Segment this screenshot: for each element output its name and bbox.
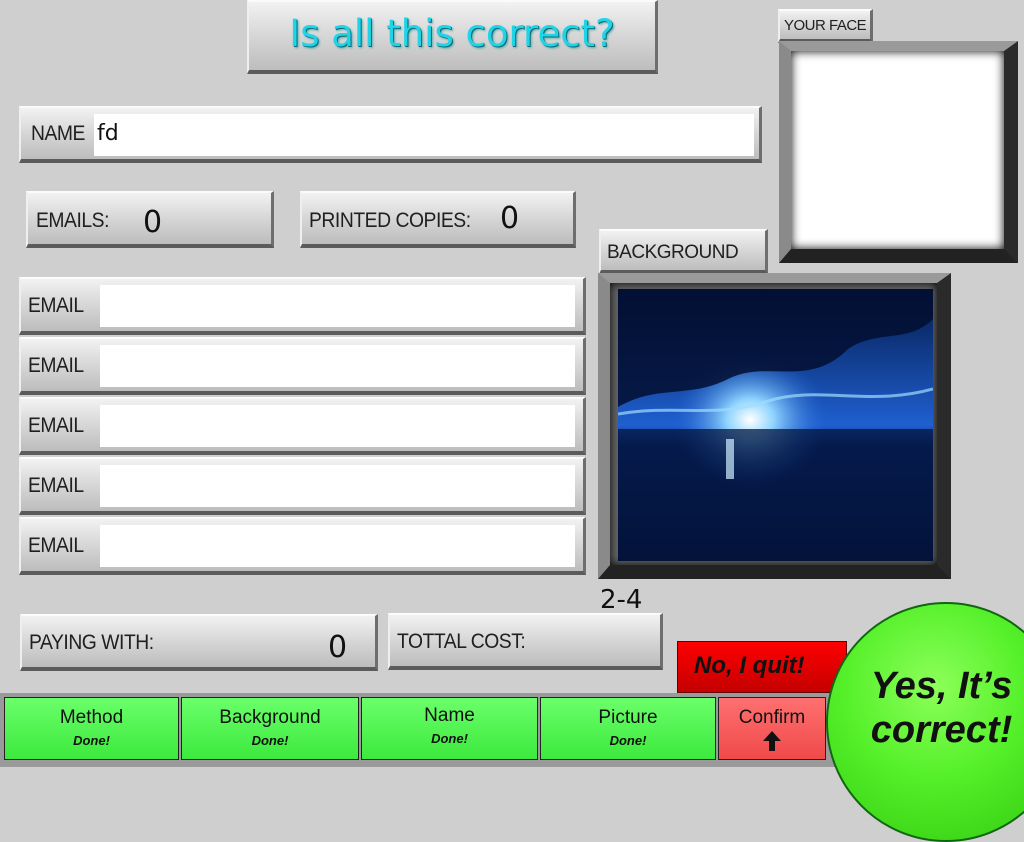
nav-picture-title: Picture (598, 707, 658, 728)
nav-method-status: Done! (73, 733, 110, 748)
nav-confirm-title: Confirm (738, 707, 806, 728)
nav-background[interactable]: Background Done! (181, 697, 359, 760)
page-title: Is all this correct? (289, 12, 615, 55)
nav-method[interactable]: Method Done! (4, 697, 179, 760)
nav-picture[interactable]: Picture Done! (540, 697, 716, 760)
printed-copies-label: PRINTED COPIES: (309, 209, 471, 232)
email-field[interactable] (100, 465, 575, 507)
your-face-tab: YOUR FACE (778, 9, 873, 43)
email-field[interactable] (100, 405, 575, 447)
nav-background-status: Done! (251, 733, 289, 748)
title-banner: Is all this correct? (247, 0, 658, 74)
total-cost-label: TOTTAL COST: (397, 630, 526, 653)
paying-with-label: PAYING WITH: (29, 631, 154, 654)
name-row: NAME fd (19, 106, 762, 163)
background-tab: BACKGROUND (599, 229, 768, 274)
name-label: NAME (31, 122, 85, 145)
emails-count-label: EMAILS: (36, 209, 110, 232)
quit-button[interactable]: No, I quit! (677, 641, 847, 693)
up-arrow-icon (763, 731, 781, 751)
emails-count-value: 0 (143, 205, 163, 240)
email-field[interactable] (100, 285, 575, 327)
confirm-label: Yes, It’s correct! (870, 665, 1013, 751)
background-preview-frame (598, 273, 951, 579)
email-label: EMAIL (28, 294, 84, 317)
nav-background-title: Background (219, 707, 321, 728)
face-photo-frame (779, 41, 1018, 263)
nav-picture-status: Done! (609, 733, 647, 748)
email-label: EMAIL (28, 534, 84, 557)
emails-count-box: EMAILS: 0 (26, 191, 274, 248)
confirm-button[interactable]: Yes, It’s correct! (826, 602, 1024, 842)
email-row: EMAIL (19, 337, 586, 395)
email-label: EMAIL (28, 354, 84, 377)
printed-copies-box: PRINTED COPIES: 0 (300, 191, 576, 248)
background-preview-image (618, 289, 933, 561)
email-label: EMAIL (28, 474, 84, 497)
email-field[interactable] (100, 525, 575, 567)
nav-name-title: Name (424, 705, 475, 726)
quit-label: No, I quit! (694, 652, 805, 679)
nav-name[interactable]: Name Done! (361, 697, 538, 760)
nav-method-title: Method (59, 707, 124, 728)
background-code: 2-4 (600, 585, 643, 615)
your-face-label: YOUR FACE (784, 17, 867, 34)
paying-with-box: PAYING WITH: 0 (20, 614, 378, 671)
email-row: EMAIL (19, 277, 586, 335)
email-row: EMAIL (19, 457, 586, 515)
email-row: EMAIL (19, 517, 586, 575)
total-cost-box: TOTTAL COST: (388, 613, 663, 670)
paying-with-value: 0 (328, 630, 348, 665)
email-row: EMAIL (19, 397, 586, 455)
email-label: EMAIL (28, 414, 84, 437)
nav-name-status: Done! (431, 731, 468, 746)
name-field[interactable]: fd (94, 114, 754, 156)
background-label: BACKGROUND (607, 242, 739, 263)
printed-copies-value: 0 (500, 201, 520, 236)
nav-confirm[interactable]: Confirm (718, 697, 826, 760)
email-field[interactable] (100, 345, 575, 387)
